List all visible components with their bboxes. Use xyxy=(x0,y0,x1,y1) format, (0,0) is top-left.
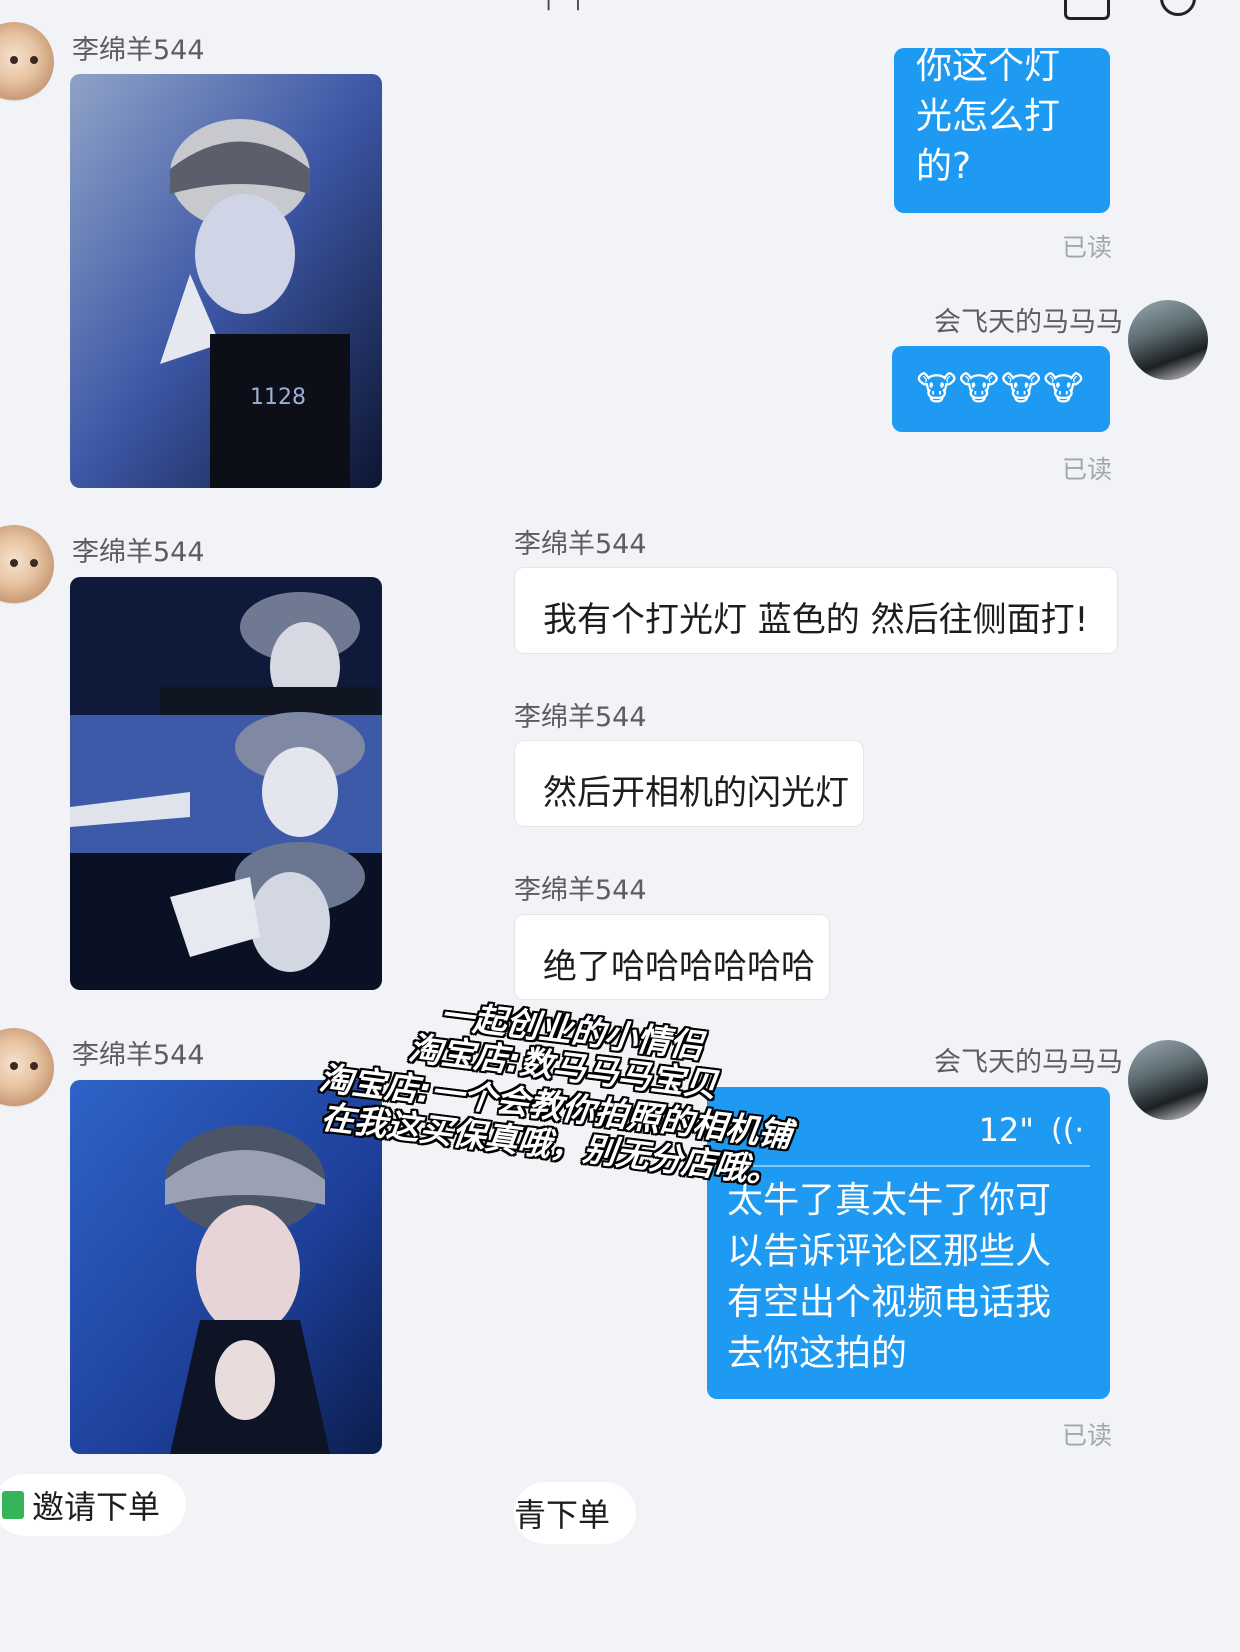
more-icon[interactable] xyxy=(1160,0,1196,16)
sender-name: 李绵羊544 xyxy=(514,702,647,733)
top-partial-title: - | - | xyxy=(530,0,582,11)
cow-emoji-row: 🐮🐮🐮🐮 xyxy=(916,369,1086,409)
my-emoji-bubble[interactable]: 🐮🐮🐮🐮 xyxy=(892,346,1110,432)
my-name: 会飞天的马马马 xyxy=(934,307,1123,338)
invite-order-button[interactable]: 青下单 xyxy=(514,1482,637,1544)
contact-message-bubble[interactable]: 然后开相机的闪光灯 xyxy=(514,740,864,827)
sender-name: 李绵羊544 xyxy=(514,875,647,906)
read-status: 已读 xyxy=(1062,1421,1113,1450)
chat-photo-collage[interactable] xyxy=(70,577,382,990)
order-icon xyxy=(2,1491,24,1519)
voice-divider xyxy=(727,1165,1090,1167)
svg-text:1128: 1128 xyxy=(250,385,306,410)
sender-name: 李绵羊544 xyxy=(514,529,647,560)
sender-name: 李绵羊544 xyxy=(72,1040,205,1071)
transcript-line: 有空出个视频电话我 xyxy=(727,1282,1052,1323)
voice-wave-icon: ((· xyxy=(1051,1113,1084,1148)
my-avatar[interactable] xyxy=(1128,1040,1208,1120)
my-name: 会飞天的马马马 xyxy=(934,1047,1123,1078)
sender-name: 李绵羊544 xyxy=(72,537,205,568)
message-line: 你这个灯 xyxy=(916,46,1061,87)
camera-icon[interactable] xyxy=(1064,0,1110,20)
voice-transcript: 太牛了真太牛了你可 以告诉评论区那些人 有空出个视频电话我 去你这拍的 xyxy=(727,1175,1051,1379)
invite-order-label: 青下单 xyxy=(514,1496,611,1534)
read-status: 已读 xyxy=(1062,233,1113,262)
my-message-bubble[interactable]: 你这个灯 光怎么打 的? xyxy=(894,46,1110,213)
invite-order-button[interactable]: 邀请下单 xyxy=(0,1474,187,1536)
transcript-line: 以告诉评论区那些人 xyxy=(727,1231,1052,1272)
voice-duration: 12" xyxy=(978,1111,1034,1149)
message-line: 的? xyxy=(916,146,972,187)
sender-name: 李绵羊544 xyxy=(72,35,205,66)
chat-photo[interactable]: 1128 xyxy=(70,74,382,488)
transcript-line: 去你这拍的 xyxy=(727,1333,908,1374)
my-avatar[interactable] xyxy=(1128,300,1208,380)
contact-avatar[interactable] xyxy=(0,525,54,605)
read-status: 已读 xyxy=(1062,455,1113,484)
invite-order-label: 邀请下单 xyxy=(32,1488,161,1526)
contact-message-bubble[interactable]: 我有个打光灯 蓝色的 然后往侧面打! xyxy=(514,567,1118,654)
contact-message-bubble[interactable]: 绝了哈哈哈哈哈哈 xyxy=(514,914,830,1000)
contact-avatar[interactable] xyxy=(0,1028,54,1108)
message-line: 光怎么打 xyxy=(916,96,1061,137)
contact-avatar[interactable] xyxy=(0,22,54,102)
